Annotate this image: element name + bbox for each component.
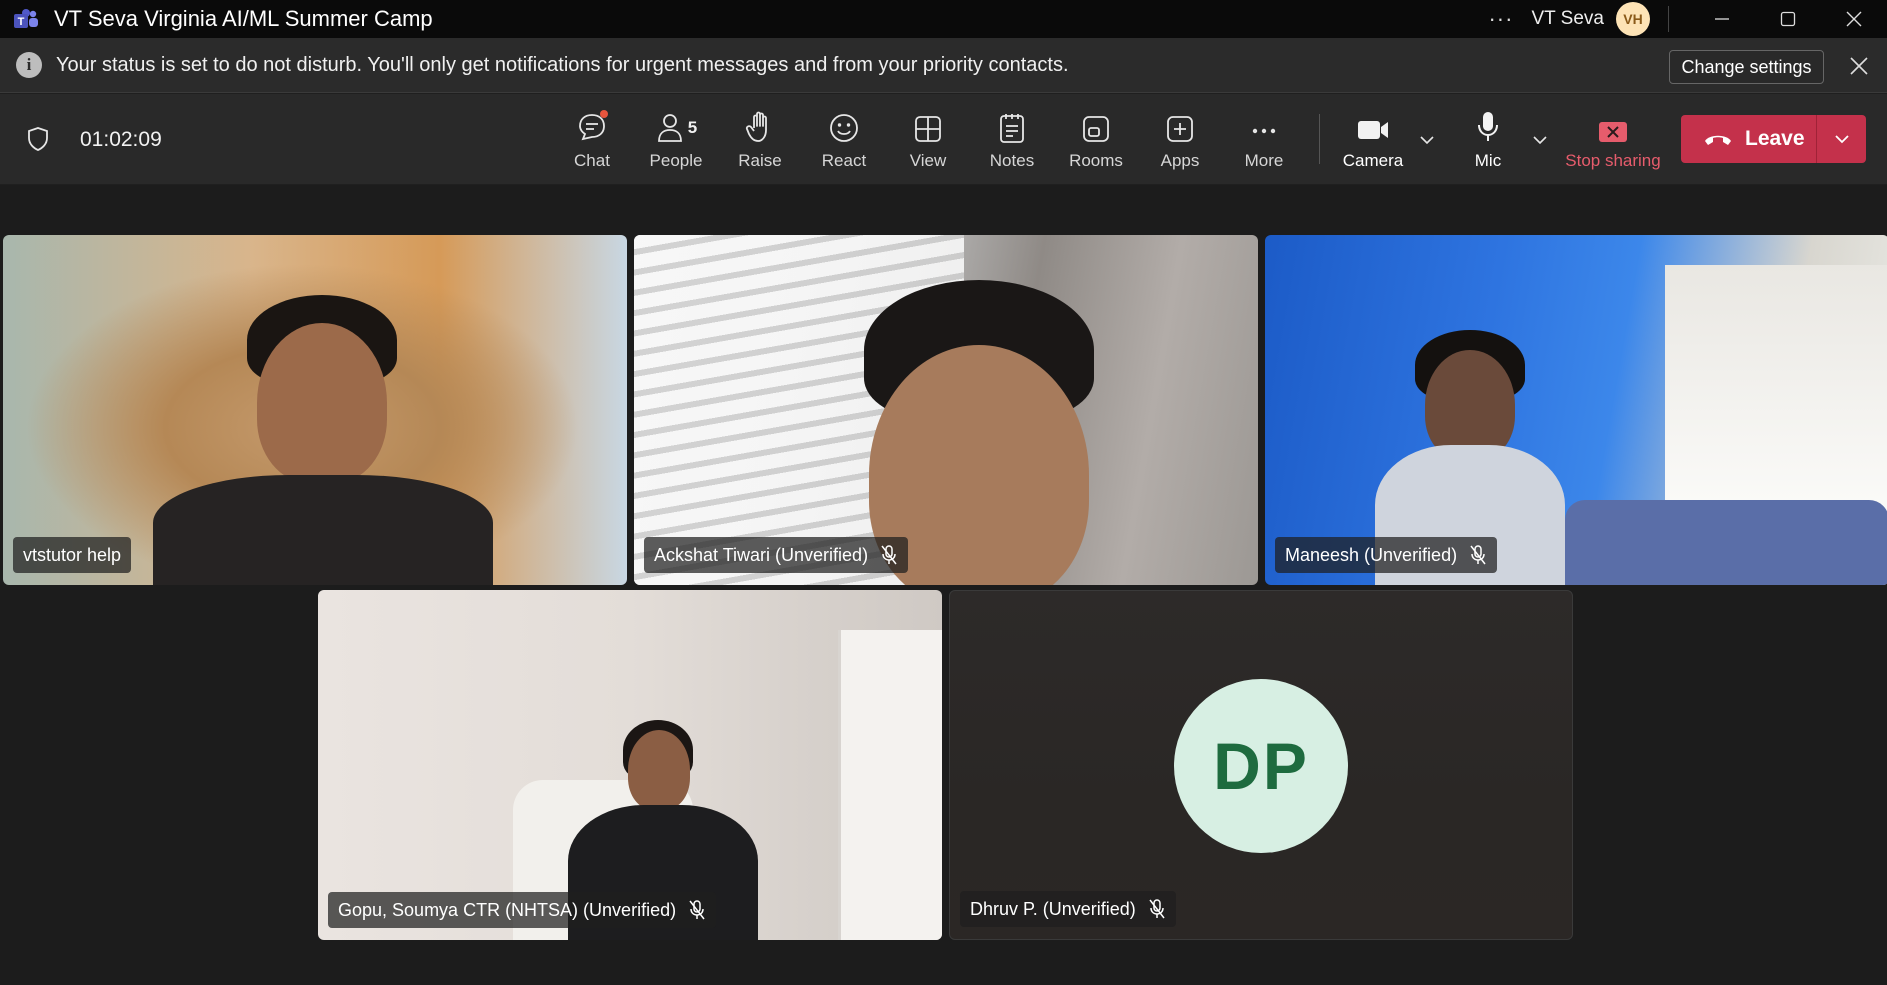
teams-logo-icon: T — [12, 8, 40, 30]
minimize-icon — [1715, 18, 1729, 20]
video-frame — [628, 730, 690, 810]
apps-label: Apps — [1160, 151, 1200, 170]
people-icon — [657, 114, 682, 142]
leave-button[interactable]: Leave — [1681, 115, 1816, 163]
video-gallery: vtstutor help Ackshat Tiwari (Unverified… — [0, 185, 1887, 985]
close-icon — [1846, 11, 1862, 27]
camera-label: Camera — [1342, 151, 1404, 170]
more-label: More — [1244, 151, 1284, 170]
rooms-button[interactable]: Rooms — [1054, 104, 1138, 174]
mic-button[interactable]: Mic — [1446, 104, 1530, 174]
change-settings-button[interactable]: Change settings — [1669, 50, 1824, 84]
divider — [1668, 6, 1669, 32]
hand-icon — [745, 111, 767, 142]
view-label: View — [909, 151, 947, 170]
more-options-icon[interactable]: ··· — [1488, 6, 1513, 32]
react-label: React — [821, 151, 867, 170]
close-window-button[interactable] — [1821, 0, 1887, 38]
dnd-notification-bar: i Your status is set to do not disturb. … — [0, 38, 1887, 93]
maximize-icon — [1780, 11, 1796, 27]
mic-label: Mic — [1474, 151, 1502, 170]
chevron-down-icon — [1834, 135, 1849, 144]
toolbar-divider — [1319, 114, 1320, 164]
participant-video-tile[interactable]: vtstutor help — [3, 235, 627, 585]
video-frame — [1665, 265, 1887, 515]
more-icon — [1252, 128, 1276, 134]
minimize-button[interactable] — [1689, 0, 1755, 38]
participant-name: Maneesh (Unverified) — [1285, 544, 1458, 565]
stop-sharing-label: Stop sharing — [1565, 151, 1661, 170]
camera-icon — [1358, 121, 1388, 139]
people-count-badge: 5 — [687, 118, 698, 137]
account-name[interactable]: VT Seva — [1531, 8, 1604, 30]
video-frame — [838, 630, 942, 940]
avatar[interactable]: VH — [1616, 2, 1650, 36]
chat-icon — [579, 110, 608, 141]
mic-muted-icon — [1469, 544, 1487, 566]
video-frame — [1565, 500, 1887, 585]
breakout-rooms-icon — [1083, 116, 1109, 142]
shield-icon[interactable] — [26, 126, 50, 152]
participant-name-tag: vtstutor help — [13, 537, 132, 573]
add-app-icon — [1167, 116, 1193, 142]
microphone-icon — [1478, 112, 1498, 141]
notification-message: Your status is set to do not disturb. Yo… — [56, 53, 1069, 76]
close-icon — [1850, 57, 1868, 75]
hang-up-phone-icon — [1705, 135, 1731, 145]
react-button[interactable]: React — [802, 104, 886, 174]
raise-label: Raise — [738, 151, 782, 170]
maximize-button[interactable] — [1755, 0, 1821, 38]
people-button[interactable]: 5 People — [634, 104, 718, 174]
people-label: People — [649, 151, 703, 170]
window-title: VT Seva Virginia AI/ML Summer Camp — [54, 6, 433, 31]
mic-muted-icon — [688, 899, 706, 921]
participant-video-tile[interactable]: Maneesh (Unverified) — [1265, 235, 1887, 585]
chat-button[interactable]: Chat — [550, 104, 634, 174]
participant-name-tag: Maneesh (Unverified) — [1275, 537, 1498, 573]
notes-button[interactable]: Notes — [970, 104, 1054, 174]
video-frame — [257, 323, 387, 483]
grid-view-icon — [915, 116, 941, 142]
participant-name: Dhruv P. (Unverified) — [970, 898, 1136, 919]
mic-options-chevron-down-icon[interactable] — [1532, 132, 1548, 148]
mic-muted-icon — [1148, 898, 1166, 920]
video-frame — [1425, 350, 1515, 460]
dismiss-notification-button[interactable] — [1845, 52, 1873, 80]
participant-video-tile[interactable]: Gopu, Soumya CTR (NHTSA) (Unverified) — [318, 590, 942, 940]
participant-name-tag: Dhruv P. (Unverified) — [960, 891, 1176, 927]
raise-hand-button[interactable]: Raise — [718, 104, 802, 174]
participant-name-tag: Ackshat Tiwari (Unverified) — [644, 537, 909, 573]
leave-label: Leave — [1745, 127, 1805, 150]
participant-initials-avatar: DP — [1174, 679, 1348, 853]
rooms-label: Rooms — [1069, 151, 1123, 170]
participant-name: Gopu, Soumya CTR (NHTSA) (Unverified) — [338, 899, 677, 920]
smiley-icon — [830, 114, 858, 142]
view-button[interactable]: View — [886, 104, 970, 174]
camera-button[interactable]: Camera — [1331, 104, 1415, 174]
notes-icon — [1000, 114, 1024, 143]
leave-button-group: Leave — [1681, 115, 1866, 163]
svg-text:T: T — [18, 16, 25, 28]
participant-name-tag: Gopu, Soumya CTR (NHTSA) (Unverified) — [328, 892, 717, 928]
video-frame — [153, 475, 493, 585]
participant-avatar-tile[interactable]: DP Dhruv P. (Unverified) — [949, 590, 1573, 940]
notes-label: Notes — [989, 151, 1035, 170]
stop-sharing-button[interactable]: Stop sharing — [1558, 104, 1668, 174]
meeting-toolbar: 01:02:09 Chat 5 People Raise React View … — [0, 94, 1887, 184]
chat-label: Chat — [574, 151, 610, 170]
apps-button[interactable]: Apps — [1138, 104, 1222, 174]
info-icon: i — [16, 52, 42, 78]
title-bar: T VT Seva Virginia AI/ML Summer Camp ···… — [0, 0, 1887, 38]
more-actions-button[interactable]: More — [1222, 104, 1306, 174]
stop-sharing-icon — [1599, 122, 1627, 142]
mic-muted-icon — [880, 544, 898, 566]
participant-video-tile[interactable]: Ackshat Tiwari (Unverified) — [634, 235, 1258, 585]
leave-options-button[interactable] — [1817, 115, 1866, 163]
participant-name: Ackshat Tiwari (Unverified) — [654, 544, 869, 565]
meeting-timer: 01:02:09 — [80, 128, 162, 151]
camera-options-chevron-down-icon[interactable] — [1419, 132, 1435, 148]
participant-name: vtstutor help — [23, 544, 122, 565]
